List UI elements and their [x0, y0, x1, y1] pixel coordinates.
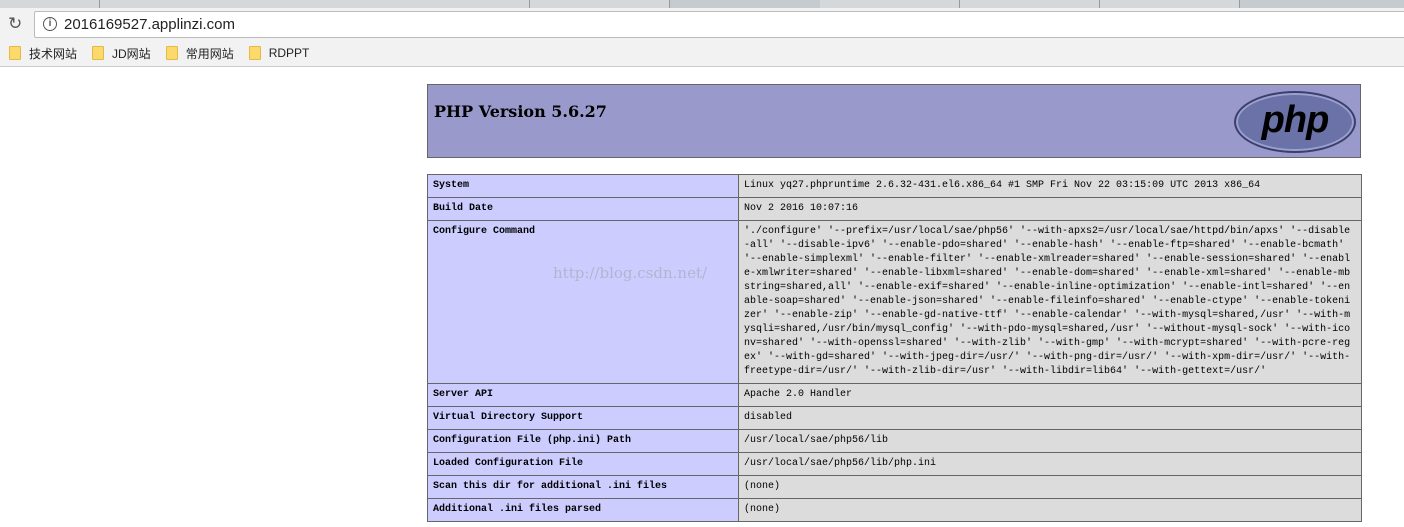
logo-text: php: [1261, 99, 1330, 141]
row-label: Loaded Configuration File: [427, 452, 739, 476]
row-value: disabled: [738, 406, 1362, 430]
row-label: Configuration File (php.ini) Path: [427, 429, 739, 453]
bookmark-item[interactable]: 技术网站: [9, 45, 77, 62]
row-label: Virtual Directory Support: [427, 406, 739, 430]
row-value: './configure' '--prefix=/usr/local/sae/p…: [738, 220, 1362, 384]
row-value: /usr/local/sae/php56/lib: [738, 429, 1362, 453]
tab-strip: [0, 0, 1404, 8]
bookmark-item[interactable]: 常用网站: [165, 45, 234, 62]
browser-tab[interactable]: [100, 0, 530, 8]
table-row: Additional .ini files parsed (none): [427, 498, 1362, 522]
row-value: (none): [738, 498, 1362, 522]
row-label: Server API: [427, 383, 739, 407]
table-row: Server API Apache 2.0 Handler: [427, 383, 1362, 407]
bookmarks-bar: 技术网站 JD网站 常用网站 RDPPT: [0, 40, 1404, 67]
row-value: Nov 2 2016 10:07:16: [738, 197, 1362, 221]
table-row: Loaded Configuration File/usr/local/sae/…: [427, 452, 1362, 476]
table-row: Configure Command './configure' '--prefix…: [427, 220, 1362, 384]
row-value: Linux yq27.phpruntime 2.6.32-431.el6.x86…: [738, 174, 1362, 198]
table-row: Virtual Directory Support disabled: [427, 406, 1362, 430]
browser-toolbar: ↻ i 2016169527.applinzi.com: [0, 8, 1404, 40]
url-text[interactable]: 2016169527.applinzi.com: [64, 16, 235, 33]
row-value: (none): [738, 475, 1362, 499]
bookmark-item[interactable]: RDPPT: [248, 46, 310, 60]
row-label: Scan this dir for additional .ini files: [427, 475, 739, 499]
folder-icon: [165, 46, 178, 60]
reload-icon[interactable]: ↻: [8, 14, 22, 34]
folder-icon: [9, 46, 21, 60]
php-info-table: System Linux yq27.phpruntime 2.6.32-431.e…: [427, 174, 1362, 522]
table-row: Scan this dir for additional .ini files(…: [427, 475, 1362, 499]
row-label: Additional .ini files parsed: [427, 498, 739, 522]
bookmark-label: JD网站: [112, 46, 151, 61]
row-value: /usr/local/sae/php56/lib/php.ini: [738, 452, 1362, 476]
table-row: System Linux yq27.phpruntime 2.6.32-431.e…: [427, 174, 1362, 198]
folder-icon: [248, 46, 261, 60]
info-icon[interactable]: i: [43, 17, 57, 31]
browser-tab[interactable]: [960, 0, 1100, 8]
browser-tab[interactable]: [530, 0, 670, 8]
browser-tab[interactable]: [820, 0, 960, 8]
table-row: Configuration File (php.ini) Path/usr/lo…: [427, 429, 1362, 453]
row-label: Configure Command: [427, 220, 739, 384]
row-label: System: [427, 174, 739, 198]
bookmark-item[interactable]: JD网站: [92, 45, 151, 62]
php-logo[interactable]: php: [1234, 91, 1356, 153]
folder-icon: [92, 46, 105, 60]
browser-tab[interactable]: [0, 0, 100, 8]
table-row: Build Date Nov 2 2016 10:07:16: [427, 197, 1362, 221]
row-label: Build Date: [427, 197, 739, 221]
page-title: PHP Version 5.6.27: [434, 102, 607, 121]
row-value: Apache 2.0 Handler: [738, 383, 1362, 407]
address-bar[interactable]: i 2016169527.applinzi.com: [34, 11, 1404, 38]
browser-tab[interactable]: [1100, 0, 1240, 8]
bookmark-label: 常用网站: [185, 46, 234, 61]
bookmark-label: RDPPT: [268, 46, 310, 60]
bookmark-label: 技术网站: [29, 46, 78, 61]
php-header: PHP Version 5.6.27 php: [427, 84, 1361, 158]
